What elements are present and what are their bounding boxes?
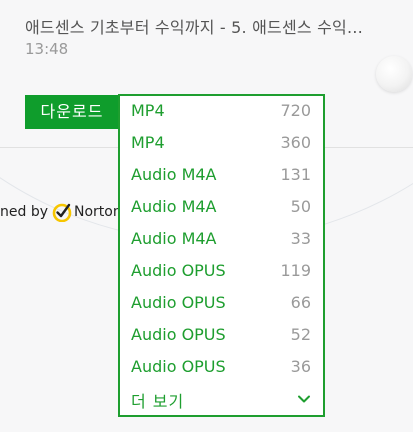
more-options-label: 더 보기 (131, 392, 185, 411)
format-dropdown-menu: MP4 720 MP4 360 Audio M4A 131 Audio M4A … (118, 94, 325, 417)
format-label: MP4 (131, 133, 165, 152)
download-button[interactable]: 다운로드 (25, 95, 119, 129)
norton-prefix-text: ned by (0, 204, 48, 220)
format-quality: 66 (290, 293, 311, 312)
format-label: Audio OPUS (131, 261, 226, 280)
format-quality: 33 (290, 229, 311, 248)
format-item[interactable]: Audio OPUS 66 (120, 288, 323, 320)
format-label: Audio M4A (131, 165, 217, 184)
norton-brand-text: Norton (74, 204, 122, 220)
page: 애드센스 기초부터 수익까지 - 5. 애드센스 수익… 13:48 다운로드 … (0, 0, 413, 432)
format-label: Audio M4A (131, 229, 217, 248)
format-item[interactable]: MP4 720 (120, 96, 323, 128)
chevron-down-icon (298, 395, 310, 403)
format-quality: 36 (290, 357, 311, 376)
format-quality: 360 (280, 133, 311, 152)
format-label: MP4 (131, 101, 165, 120)
format-quality: 119 (280, 261, 311, 280)
format-item[interactable]: Audio M4A 33 (120, 224, 323, 256)
format-label: Audio OPUS (131, 293, 226, 312)
format-item[interactable]: Audio OPUS 52 (120, 320, 323, 352)
format-item[interactable]: Audio OPUS 119 (120, 256, 323, 288)
norton-badge: ned by NortonTM (0, 200, 136, 224)
format-quality: 131 (280, 165, 311, 184)
format-quality: 50 (290, 197, 311, 216)
format-quality: 52 (290, 325, 311, 344)
format-label: Audio OPUS (131, 357, 226, 376)
video-title: 애드센스 기초부터 수익까지 - 5. 애드센스 수익… (25, 18, 364, 37)
format-label: Audio M4A (131, 197, 217, 216)
format-item[interactable]: Audio M4A 131 (120, 160, 323, 192)
video-duration: 13:48 (25, 40, 69, 58)
format-item[interactable]: Audio M4A 50 (120, 192, 323, 224)
format-quality: 720 (280, 101, 311, 120)
more-options-button[interactable]: 더 보기 (120, 384, 323, 415)
format-label: Audio OPUS (131, 325, 226, 344)
format-item[interactable]: Audio OPUS 36 (120, 352, 323, 384)
background-orb (376, 56, 412, 92)
format-item[interactable]: MP4 360 (120, 128, 323, 160)
norton-check-icon (52, 203, 72, 222)
